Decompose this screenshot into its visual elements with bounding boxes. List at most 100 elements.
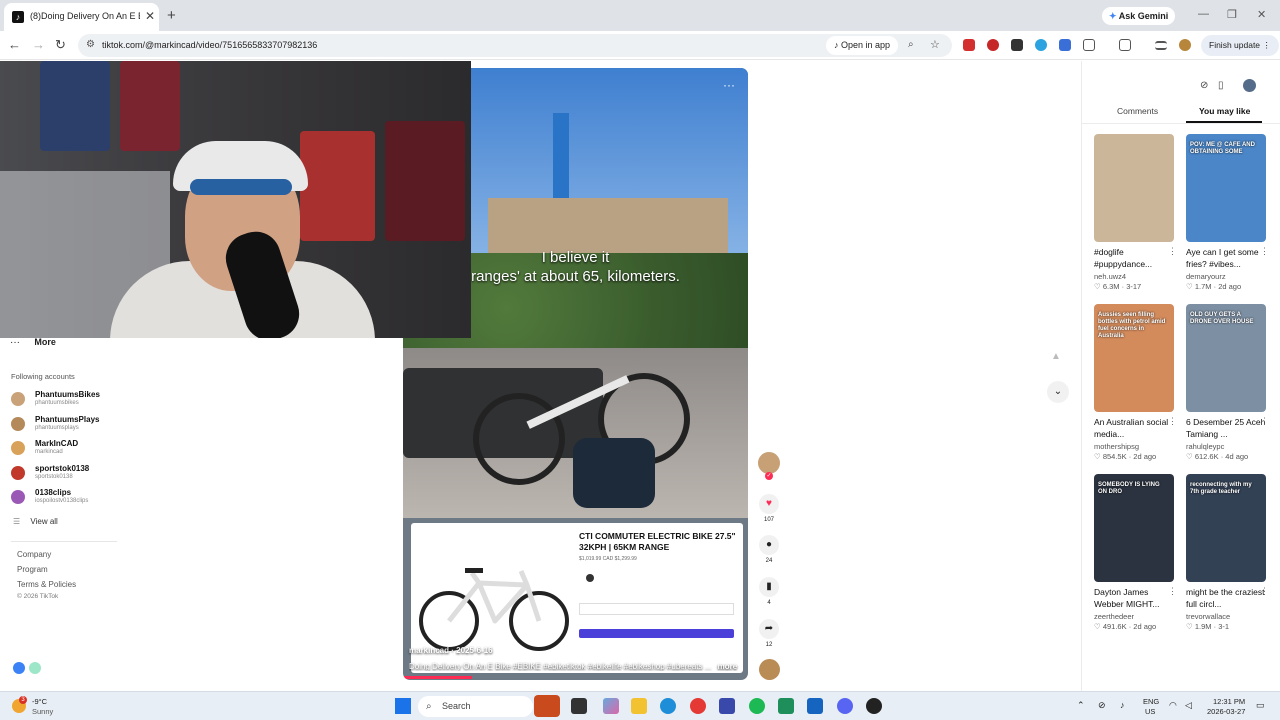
following-account[interactable]: sportstok0138 sportstok0138 [11,462,161,487]
video-progress-bar[interactable] [403,676,472,679]
news-widget[interactable] [534,695,560,717]
card-menu-icon[interactable]: ⋮ [1260,586,1269,597]
edge-icon[interactable] [660,698,676,714]
bookmark-star-icon[interactable]: ☆ [930,38,940,51]
device-icon[interactable]: ▯ [1218,80,1224,91]
follow-plus-icon[interactable]: ✓ [765,472,773,480]
following-header: Following accounts [11,372,75,381]
video-thumbnail: OLD GUY GETS A DRONE OVER HOUSE [1186,304,1266,412]
mic-icon[interactable]: ♪ [1120,700,1125,710]
video-options-icon[interactable]: ··· [723,78,735,92]
recommended-video-card[interactable]: SOMEBODY IS LYING ON DRO Dayton James Web… [1094,474,1177,631]
finish-update-button[interactable]: Finish update ⋮ [1201,35,1279,56]
save-button[interactable]: ▮ 4 [759,577,779,606]
close-tab-icon[interactable]: ✕ [145,9,155,23]
extensions-puzzle-icon[interactable] [1083,39,1095,51]
following-account[interactable]: PhantuumsBikes phantuumsbikes [11,388,161,413]
recommended-video-card[interactable]: #doglife #puppydance... neh.uwz4 ♡ 6.3M · … [1094,134,1177,291]
address-bar[interactable]: ⚙ tiktok.com/@markincad/video/7516565833… [78,34,952,57]
profile-avatar[interactable] [1179,39,1191,51]
profile-avatar[interactable] [1243,79,1256,92]
minimize-icon[interactable]: — [1198,8,1209,20]
media-control-icon[interactable] [1155,41,1167,50]
network-icon[interactable]: ⊘ [1098,700,1106,711]
file-explorer-icon[interactable] [631,698,647,714]
maximize-icon[interactable]: ❐ [1227,8,1237,21]
wall-jersey [300,131,375,241]
tray-chevron-icon[interactable]: ⌃ [1077,700,1085,711]
extension-icon[interactable] [1035,39,1047,51]
back-icon[interactable]: ← [8,37,21,52]
lang-2[interactable]: US [1145,707,1155,716]
comment-button[interactable]: ● 24 [759,535,779,564]
floating-app-icon[interactable] [29,662,41,674]
windows-start-icon[interactable] [395,698,411,714]
app-icon[interactable] [719,698,735,714]
site-info-icon[interactable]: ⚙ [86,39,95,50]
spotify-icon[interactable] [749,698,765,714]
weather-desc: Sunny [32,707,54,716]
card-menu-icon[interactable]: ⋮ [1168,416,1177,427]
sidebar-more[interactable]: ··· More [10,337,56,348]
caption-more-link[interactable]: more [718,662,738,671]
app-icon[interactable] [778,698,794,714]
card-author: neh.uwz4 [1094,272,1127,281]
close-window-icon[interactable]: ✕ [1257,8,1266,21]
cast-icon[interactable] [1119,39,1131,51]
tab-you-may-like[interactable]: You may like [1199,106,1250,116]
card-menu-icon[interactable]: ⋮ [1260,416,1269,427]
chrome-icon[interactable] [690,698,706,714]
copilot-icon[interactable] [603,698,619,714]
video-author[interactable]: markincad [409,646,449,655]
thumbnail-text: POV: ME @ CAFE AND OBTAINING SOME [1190,142,1255,155]
card-author: trevorwallace [1186,612,1231,621]
following-account[interactable]: 0138clips iospoilostv0138clips [11,486,161,511]
tab-comments[interactable]: Comments [1117,106,1158,116]
card-author: zeerthedeer [1094,612,1135,621]
card-menu-icon[interactable]: ⋮ [1168,246,1177,257]
card-menu-icon[interactable]: ⋮ [1168,586,1177,597]
recommended-video-card[interactable]: OLD GUY GETS A DRONE OVER HOUSE 6 Desembe… [1186,304,1269,461]
reload-icon[interactable]: ↻ [55,37,66,53]
share-button[interactable]: ➦ 12 [759,619,779,648]
footer-link-program[interactable]: Program [17,565,48,574]
recommended-video-card[interactable]: POV: ME @ CAFE AND OBTAINING SOME Aye can… [1186,134,1269,291]
footer-link-terms[interactable]: Terms & Policies [17,580,76,589]
browser-tab[interactable]: ♪ (8)Doing Delivery On An E Bike ✕ [4,3,159,31]
compass-icon[interactable]: ⊘ [1200,80,1208,91]
extension-icon[interactable] [987,39,999,51]
extension-icon[interactable] [1011,39,1023,51]
floating-app-icon[interactable] [13,662,25,674]
wifi-icon[interactable]: ◠ [1169,700,1177,711]
recommended-video-card[interactable]: reconnecting with my 7th grade teacher mi… [1186,474,1269,631]
clock-time[interactable]: 12:31 PM [1213,697,1245,706]
ask-gemini-button[interactable]: ✦ Ask Gemini [1102,7,1176,25]
taskbar-search[interactable]: ⌕ Search [418,696,533,717]
footer-link-company[interactable]: Company [17,550,51,559]
discord-icon[interactable] [837,698,853,714]
forward-icon[interactable]: → [32,37,45,52]
recommended-video-card[interactable]: Aussies seen filling bottles with petrol… [1094,304,1177,461]
following-account[interactable]: PhantuumsPlays phantuumsplays [11,413,161,438]
lang-1[interactable]: ENG [1143,697,1159,706]
sound-disc-icon[interactable] [759,659,780,680]
zoom-icon[interactable]: ⌕ [908,39,914,50]
scroll-up-icon[interactable]: ▲ [1051,351,1061,362]
card-menu-icon[interactable]: ⋮ [1260,246,1269,257]
following-account[interactable]: MarkInCAD markincad [11,437,161,462]
view-all-link[interactable]: ☰ View all [13,517,58,526]
like-button[interactable]: ♥ 107 [759,494,779,523]
extension-icon[interactable] [963,39,975,51]
scroll-down-icon[interactable]: ⌄ [1047,381,1069,403]
volume-icon[interactable]: ◁ [1185,700,1192,711]
tiktok-icon: ♪ [834,40,839,50]
app-icon[interactable] [807,698,823,714]
task-view-icon[interactable] [571,698,587,714]
divider [1082,123,1280,124]
extension-icon[interactable] [1059,39,1071,51]
clock-date[interactable]: 2026-03-27 [1207,707,1245,716]
open-in-app-button[interactable]: ♪ Open in app [826,36,899,55]
notifications-icon[interactable]: ▭ [1256,700,1265,711]
obs-icon[interactable] [866,698,882,714]
new-tab-icon[interactable]: + [167,7,176,24]
